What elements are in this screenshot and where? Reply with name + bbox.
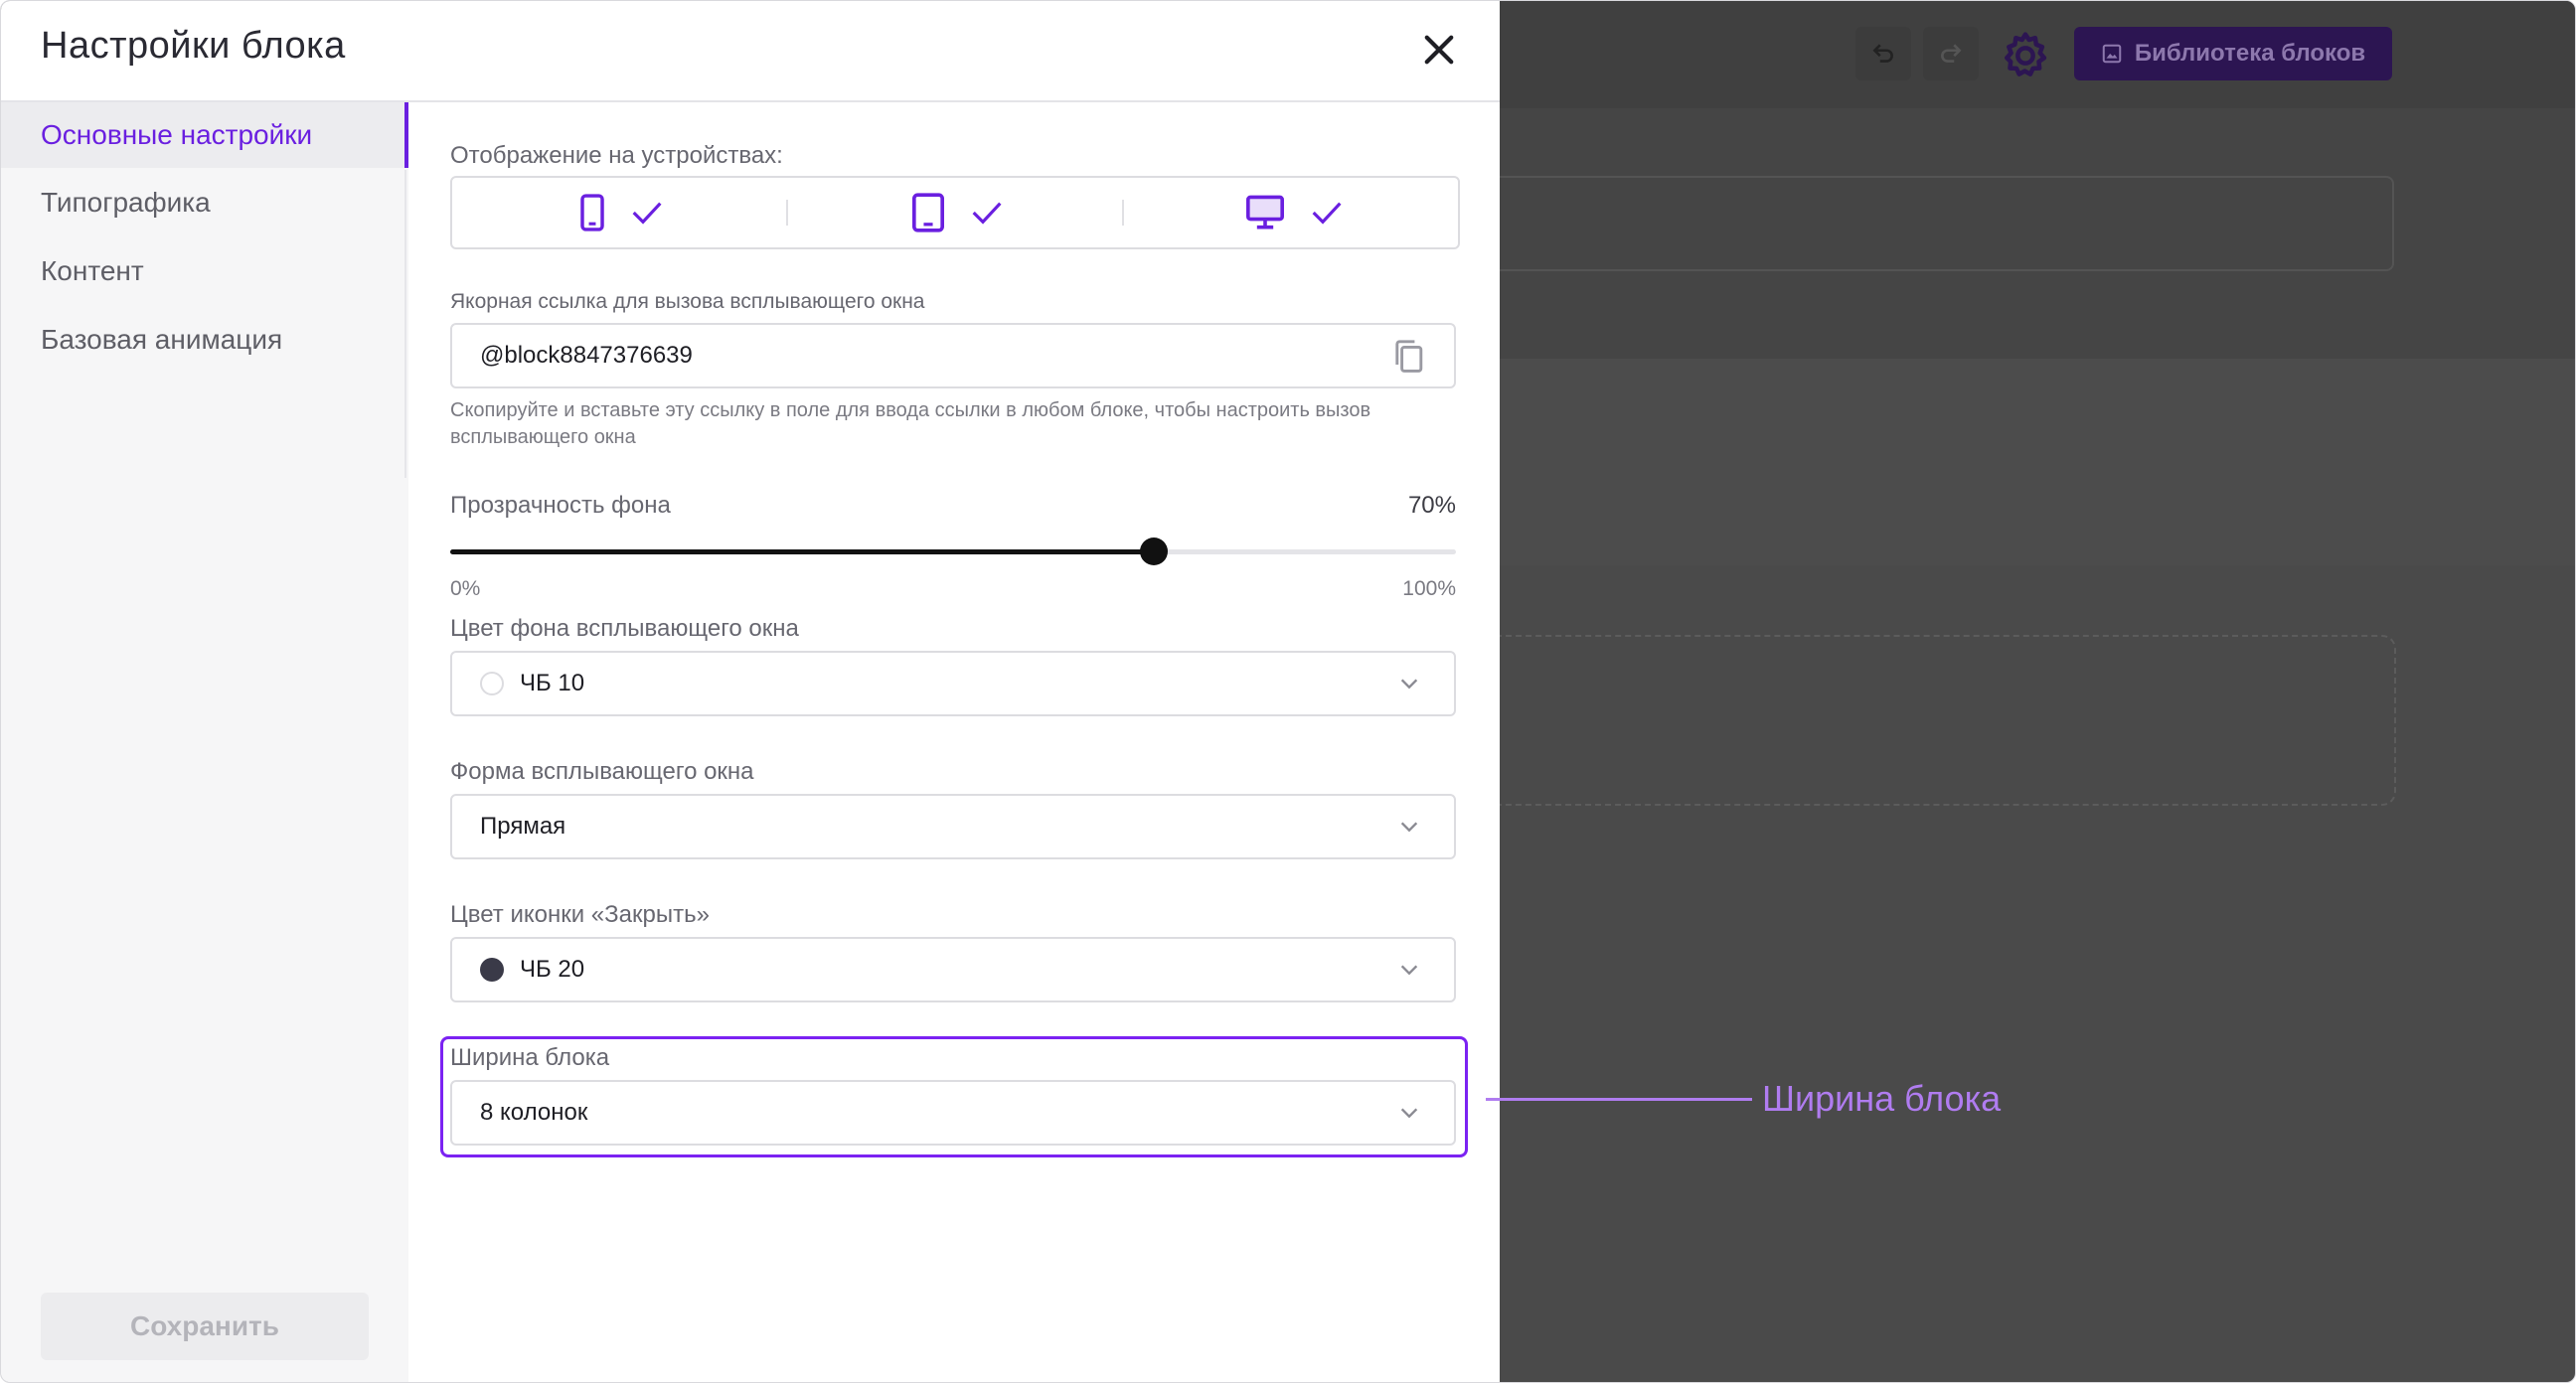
opacity-label: Прозрачность фона (450, 492, 671, 519)
callout-label: Ширина блока (1762, 1078, 2002, 1119)
sidebar-item-label: Контент (41, 255, 144, 286)
anchor-link-field[interactable]: @block8847376639 (450, 323, 1456, 388)
sidebar-item-label: Основные настройки (41, 119, 313, 150)
editor-drop-zone (1462, 635, 2396, 806)
color-swatch (480, 958, 504, 982)
dialog-header: Настройки блока (1, 1, 1500, 102)
anchor-link-value: @block8847376639 (480, 342, 693, 369)
shape-select[interactable]: Прямая (450, 794, 1456, 859)
mobile-icon (580, 194, 604, 231)
sidebar-divider (404, 170, 406, 478)
editor-section-2 (1500, 359, 2575, 565)
settings-content: Отображение на устройствах: Якорная ссыл… (408, 102, 1500, 1382)
callout-line (1486, 1098, 1752, 1101)
redo-icon (1941, 44, 1962, 63)
anchor-label: Якорная ссылка для вызова всплывающего о… (450, 290, 925, 313)
sidebar-item-main-settings[interactable]: Основные настройки (1, 102, 408, 168)
opacity-value: 70% (1407, 492, 1456, 519)
device-divider (786, 200, 788, 226)
anchor-hint: Скопируйте и вставьте эту ссылку в поле … (450, 399, 1371, 448)
device-divider (1122, 200, 1124, 226)
color-swatch (480, 672, 504, 695)
opacity-slider-fill (450, 549, 1154, 554)
close-icon[interactable] (1418, 29, 1460, 71)
undo-button[interactable] (1855, 27, 1911, 80)
close-color-select[interactable]: ЧБ 20 (450, 937, 1456, 1002)
device-visibility-group (450, 176, 1460, 249)
check-icon (1312, 202, 1342, 225)
redo-button[interactable] (1923, 27, 1979, 80)
shape-value: Прямая (480, 813, 566, 840)
sidebar-item-content[interactable]: Контент (1, 238, 408, 304)
sidebar-item-animation[interactable]: Базовая анимация (1, 307, 408, 373)
bg-color-label: Цвет фона всплывающего окна (450, 615, 799, 642)
chevron-down-icon (1400, 679, 1418, 690)
check-icon (632, 202, 662, 225)
device-toggle-desktop[interactable] (1245, 178, 1343, 247)
sidebar-item-label: Типографика (41, 187, 211, 218)
tablet-icon (912, 193, 945, 232)
undo-icon (1872, 44, 1893, 63)
block-library-button[interactable]: Библиотека блоков (2074, 27, 2392, 80)
desktop-icon (1246, 195, 1284, 230)
devices-label: Отображение на устройствах: (450, 142, 783, 169)
sidebar-item-label: Базовая анимация (41, 324, 283, 355)
close-color-label: Цвет иконки «Закрыть» (450, 901, 710, 928)
chevron-down-icon (1400, 822, 1418, 833)
close-color-value: ЧБ 20 (520, 956, 585, 983)
bg-color-value: ЧБ 10 (520, 670, 585, 696)
shape-label: Форма всплывающего окна (450, 758, 754, 785)
image-icon (2102, 44, 2122, 64)
width-highlight-frame (440, 1036, 1468, 1157)
screen-frame: Библиотека блоков Настройки блока Основн… (0, 0, 2576, 1383)
dialog-title: Настройки блока (41, 25, 346, 67)
opacity-min-label: 0% (450, 577, 481, 600)
copy-icon[interactable] (1392, 339, 1424, 375)
device-toggle-tablet[interactable] (911, 178, 1003, 247)
block-library-label: Библиотека блоков (2134, 40, 2366, 67)
editor-input-placeholder (1500, 176, 2394, 271)
sidebar-item-typography[interactable]: Типографика (1, 170, 408, 235)
opacity-slider[interactable] (450, 538, 1456, 565)
block-settings-dialog: Настройки блока Основные настройки Типог… (1, 1, 1500, 1382)
check-icon (972, 202, 1002, 225)
device-toggle-mobile[interactable] (579, 178, 663, 247)
opacity-slider-handle[interactable] (1140, 538, 1168, 565)
gear-icon[interactable] (1999, 29, 2052, 82)
bg-color-select[interactable]: ЧБ 10 (450, 651, 1456, 716)
opacity-max-label: 100% (1402, 577, 1456, 600)
save-button[interactable]: Сохранить (41, 1293, 369, 1360)
chevron-down-icon (1400, 965, 1418, 976)
settings-sidebar: Основные настройки Типографика Контент Б… (1, 102, 408, 1382)
